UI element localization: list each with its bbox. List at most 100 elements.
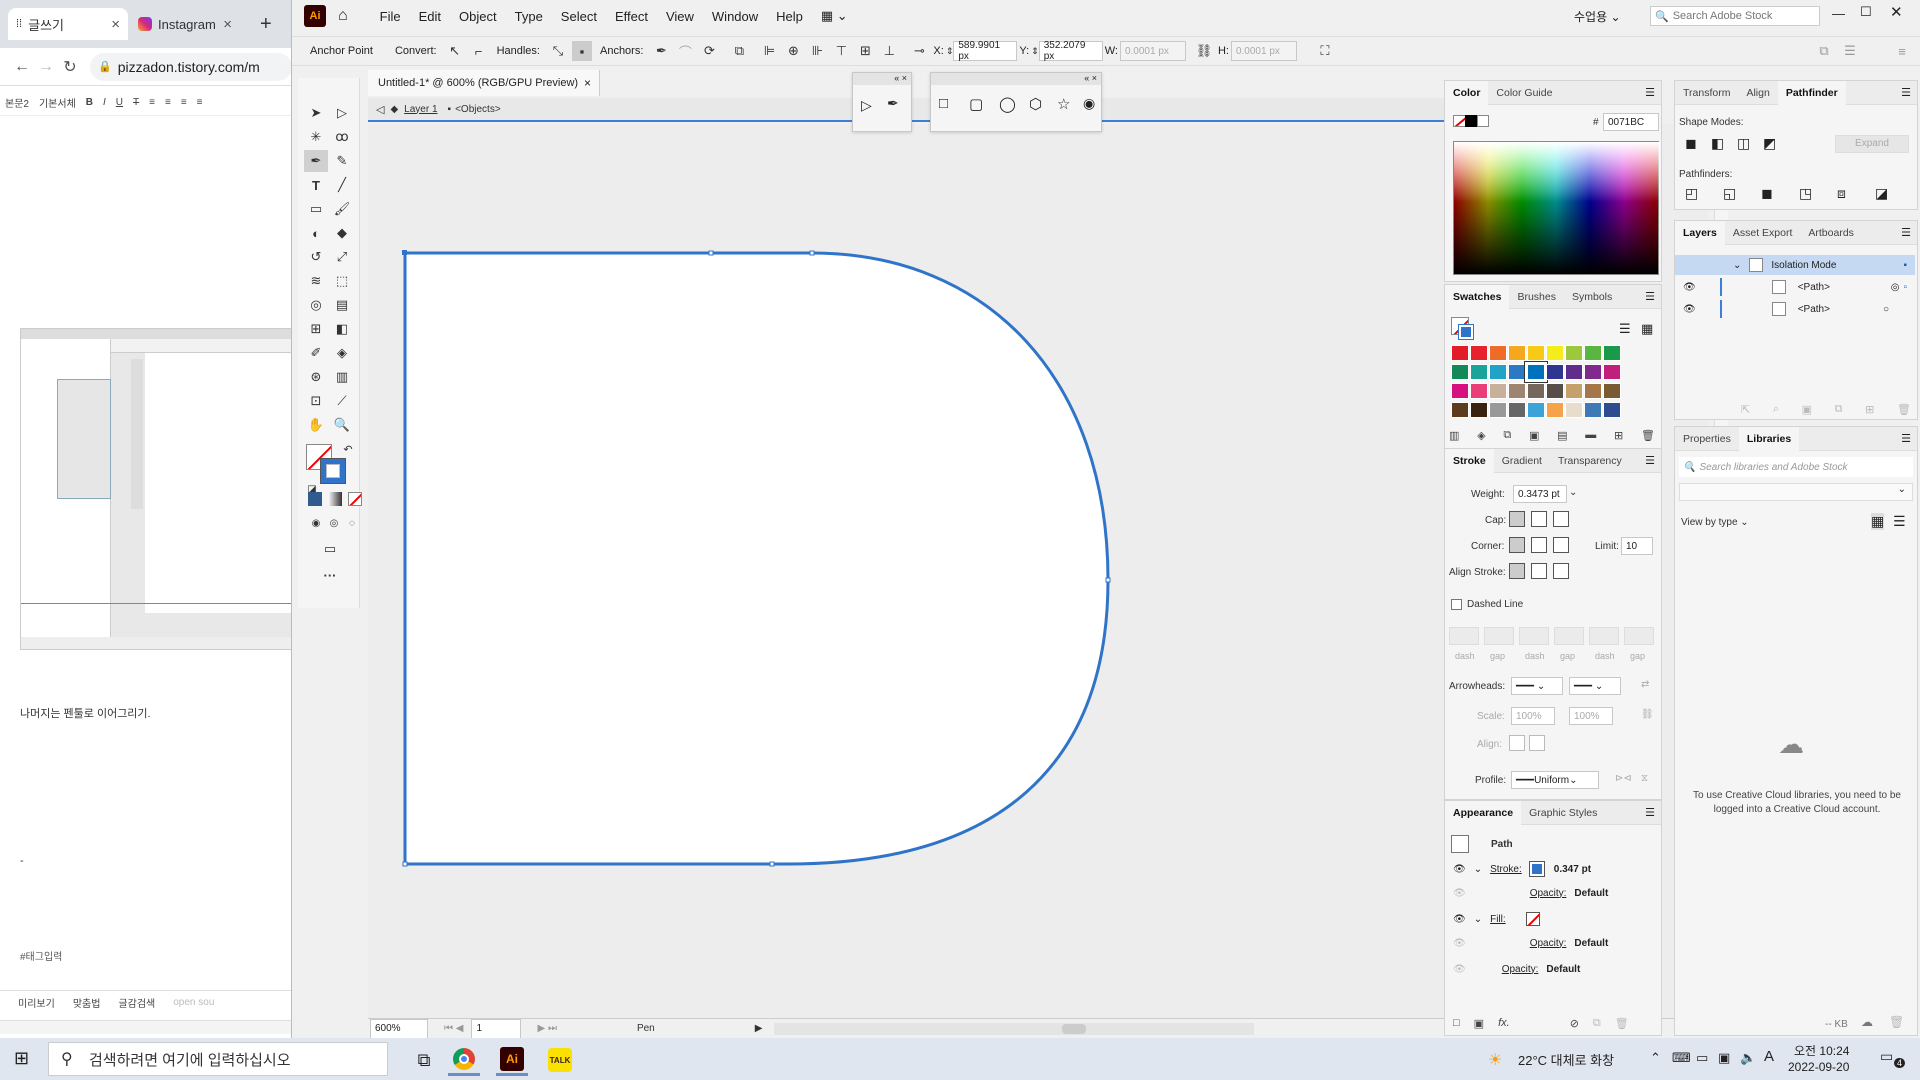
swatch-options-icon[interactable]: ⧉ [1503,429,1511,442]
minus-back-icon[interactable]: ◪ [1875,185,1888,202]
add-stroke-icon[interactable]: □ [1453,1017,1460,1030]
delete-icon[interactable]: 🗑 [1889,1015,1904,1029]
black-chip[interactable] [1465,115,1477,127]
show-handles-icon[interactable]: ⤡ [548,41,568,61]
swatch-chip[interactable] [1527,402,1545,418]
windows-start-icon[interactable]: ⊞ [14,1048,29,1069]
back-icon[interactable]: ← [10,58,34,76]
trim-icon[interactable]: ◱ [1723,185,1736,202]
library-search-input[interactable]: 🔍 Search libraries and Adobe Stock [1679,457,1913,477]
intersect-icon[interactable]: ◫ [1737,135,1750,152]
close-tearoff-icon[interactable]: « × [853,73,911,85]
rectangle-tool-icon[interactable]: □ [939,95,948,112]
appearance-opacity-row[interactable]: 👁 Opacity: Default [1445,883,1673,903]
tab-properties[interactable]: Properties [1675,427,1739,451]
crop-icon[interactable]: ◳ [1799,185,1812,202]
swatch-chip[interactable] [1470,402,1488,418]
preview-button[interactable]: 미리보기 [18,995,55,1010]
perspective-grid-tool-icon[interactable]: ▤ [330,294,354,316]
menu-view[interactable]: View [666,9,694,24]
width-tool-icon[interactable]: ≋ [304,270,328,292]
italic-button[interactable]: I [103,97,106,108]
polygon-tool-icon[interactable]: ⬡ [1029,95,1042,113]
zoom-tool-icon[interactable]: 🔍 [330,414,354,436]
tab-color-guide[interactable]: Color Guide [1488,81,1560,105]
symbol-sprayer-tool-icon[interactable]: ⊛ [304,366,328,388]
close-document-icon[interactable]: × [584,76,591,90]
selection-indicator-icon[interactable]: ▪ [1903,260,1907,271]
panel-menu-icon[interactable]: ☰ [1840,41,1860,61]
curvature-tool-icon[interactable]: ✎ [330,150,354,172]
grid-view-icon[interactable]: ▦ [1641,321,1653,337]
zoom-select[interactable]: 600% [370,1018,428,1039]
stock-search-input[interactable]: 🔍 Search Adobe Stock [1650,6,1820,26]
color-group-icon[interactable]: ▣ [1529,429,1539,442]
swatch-chip[interactable] [1527,345,1545,361]
browser-tab-instagram[interactable]: Instagram × [130,8,240,40]
tab-libraries[interactable]: Libraries [1738,426,1800,451]
swatch-chip[interactable] [1603,345,1621,361]
free-transform-tool-icon[interactable]: ⬚ [330,270,354,292]
dash-gap-field[interactable] [1589,627,1619,645]
locate-object-icon[interactable]: ⌕ [1773,403,1779,416]
dashed-line-checkbox[interactable] [1451,599,1462,610]
column-graph-tool-icon[interactable]: ▥ [330,366,354,388]
target-icon[interactable]: ○ [1883,304,1889,315]
end-scale-field[interactable]: 100% [1569,707,1613,725]
document-tab[interactable]: Untitled-1* @ 600% (RGB/GPU Preview) × [368,70,600,96]
notification-icon[interactable]: ▭ [1880,1048,1893,1065]
panel-menu-icon[interactable]: ☰ [1645,290,1655,303]
start-arrowhead-select[interactable]: ━━━ ⌄ [1511,677,1563,695]
swatch-chip[interactable] [1489,345,1507,361]
selection-indicator-icon[interactable]: ▫ [1903,282,1907,293]
swatch-chip[interactable] [1489,402,1507,418]
gradient-mode-icon[interactable] [328,492,342,506]
hex-field[interactable]: 0071BC [1603,113,1659,131]
appearance-opacity-row[interactable]: 👁 Opacity: Default [1445,933,1673,953]
type-tool-icon[interactable]: T [304,174,328,196]
breadcrumb-objects[interactable]: <Objects> [455,104,501,115]
y-field[interactable]: 352.2079 px [1038,40,1103,62]
swatch-chip[interactable] [1489,364,1507,380]
swatch-chip[interactable] [1489,383,1507,399]
swatch-chip[interactable] [1584,402,1602,418]
volume-icon[interactable]: 🔈 [1740,1050,1756,1066]
profile-select[interactable]: ━━━ Uniform ⌄ [1511,771,1599,789]
mesh-tool-icon[interactable]: ⊞ [304,318,328,340]
swatch-chip[interactable] [1565,402,1583,418]
workspace-select[interactable]: 수업용 ⌄ [1574,8,1621,25]
end-arrowhead-select[interactable]: ━━━ ⌄ [1569,677,1621,695]
stroke-weight-value[interactable]: 0.347 pt [1554,864,1591,875]
tab-artboards[interactable]: Artboards [1800,221,1862,245]
tab-pathfinder[interactable]: Pathfinder [1777,80,1846,105]
swatch-chip[interactable] [1508,383,1526,399]
eye-icon[interactable]: 👁 [1453,964,1466,975]
clear-appearance-icon[interactable]: ⊘ [1570,1017,1579,1030]
remove-anchor-icon[interactable]: ✒ [651,41,671,61]
target-icon[interactable]: ◎ [1891,282,1900,293]
delete-item-icon[interactable]: 🗑 [1615,1017,1629,1030]
panel-menu-icon[interactable]: ☰ [1901,86,1911,99]
material-search-button[interactable]: 글감검색 [118,995,155,1010]
arrow-place-icon[interactable] [1529,735,1545,751]
expand-icon[interactable]: ⌄ [1733,260,1741,271]
rectangle-tool-icon[interactable]: ▭ [304,198,328,220]
tab-transparency[interactable]: Transparency [1550,449,1630,473]
weight-dropdown-icon[interactable]: ⌄ [1569,487,1577,498]
outline-icon[interactable]: ⧈ [1837,185,1846,202]
ime-icon[interactable]: ⌨ [1672,1050,1691,1066]
swatch-chip[interactable] [1508,345,1526,361]
artboard-select[interactable]: 1 [471,1018,522,1039]
menu-effect[interactable]: Effect [615,9,648,24]
flip-along-icon[interactable]: ⊳⊲ [1615,773,1632,784]
more-icon[interactable]: ≡ [1892,41,1912,61]
reference-point-icon[interactable]: ⊸ [909,41,929,61]
library-select[interactable]: ⌄ [1679,483,1913,501]
panel-menu-icon[interactable]: ☰ [1645,806,1655,819]
align-vcenter-icon[interactable]: ⊞ [855,41,875,61]
start-scale-field[interactable]: 100% [1511,707,1555,725]
eye-icon[interactable]: 👁 [1683,282,1696,293]
back-arrow-icon[interactable]: ◁ [376,103,384,116]
appearance-stroke-row[interactable]: 👁 ⌄ Stroke: 0.347 pt [1445,859,1673,879]
paragraph-select[interactable]: 본문2 [5,95,29,110]
